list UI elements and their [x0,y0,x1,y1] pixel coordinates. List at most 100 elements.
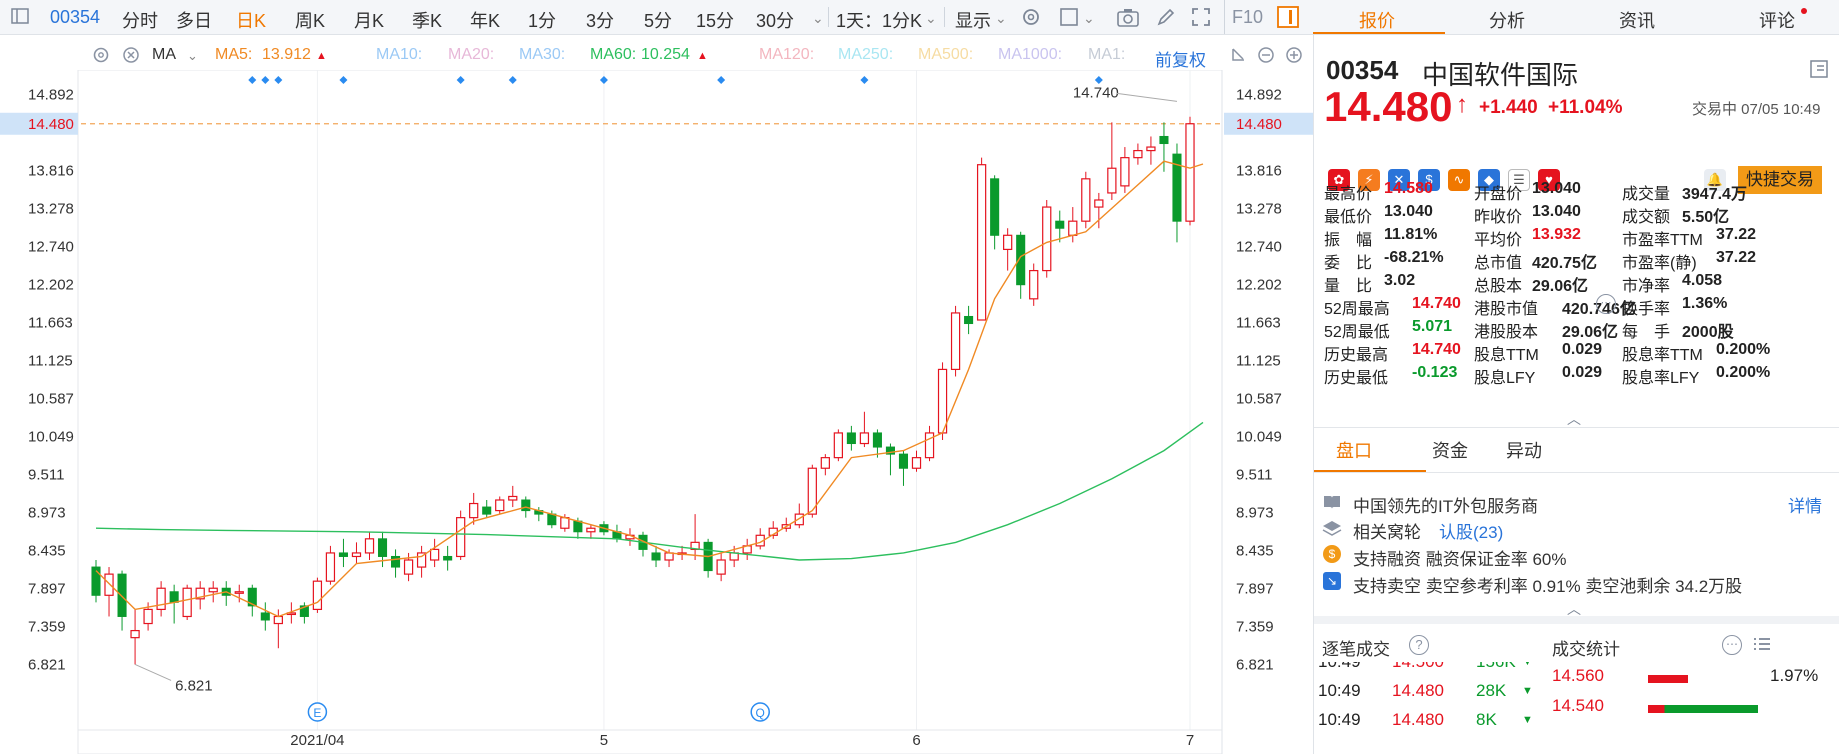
candle-down[interactable] [573,520,583,533]
candle-down[interactable] [1055,220,1065,229]
help-question-icon[interactable]: ? [1409,635,1429,655]
candle-up[interactable] [1029,269,1039,300]
candle-up[interactable] [1081,178,1091,222]
event-diamond-icon[interactable] [274,76,283,84]
candle-down[interactable] [338,552,348,557]
candle-up[interactable] [469,502,479,519]
period-tab-11[interactable]: 30分 [756,7,794,33]
more-options-icon[interactable]: ⋯ [1722,635,1742,655]
candle-up[interactable] [182,587,192,618]
undo-icon[interactable] [1228,45,1248,70]
candle-up[interactable] [130,629,140,639]
event-diamond-icon[interactable] [508,76,517,84]
pencil-icon[interactable] [1155,6,1177,33]
candle-down[interactable] [521,499,531,512]
candle-up[interactable] [1068,220,1078,236]
settings-gear-icon[interactable] [1020,6,1042,33]
event-diamond-icon[interactable] [717,76,726,84]
candle-down[interactable] [651,552,661,561]
candle-down[interactable] [990,178,1000,236]
period-tab-6[interactable]: 年K [470,7,500,33]
candle-up[interactable] [716,559,726,575]
zoom-out-icon[interactable] [1256,45,1276,70]
candle-up[interactable] [560,517,570,529]
candle-up[interactable] [950,312,961,371]
ma-close-icon[interactable] [121,45,141,70]
ma-indicator-select[interactable]: MA [152,46,176,64]
candle-up[interactable] [1185,123,1195,222]
candle-up[interactable] [351,552,362,558]
zoom-in-icon[interactable] [1284,45,1304,70]
candle-up[interactable] [273,615,283,625]
candle-up[interactable] [820,457,830,469]
period-tab-4[interactable]: 月K [354,7,384,33]
expand-panel-icon[interactable] [1809,59,1829,84]
candle-down[interactable] [964,315,974,325]
fullscreen-icon[interactable] [1190,6,1212,33]
period-tab-3[interactable]: 周K [295,7,325,33]
more-market-cap-icon[interactable]: ⋯ [1596,294,1616,314]
tab-analysis[interactable]: 分析 [1489,7,1525,33]
candle-down[interactable] [169,591,179,603]
candle-up[interactable] [586,527,596,533]
box-chevron-icon[interactable]: ⌄ [1083,10,1095,27]
candle-up[interactable] [508,495,518,501]
period-tab-9[interactable]: 5分 [644,7,672,33]
sidebar-toggle-icon[interactable] [10,6,30,31]
trend-icon[interactable]: ∿ [1448,169,1470,191]
candle-down[interactable] [482,506,492,515]
candle-down[interactable] [391,555,401,568]
candle-up[interactable] [1146,146,1156,152]
period-tab-8[interactable]: 3分 [586,7,614,33]
event-diamond-icon[interactable] [248,76,257,84]
tab-comments[interactable]: 评论 [1759,7,1795,33]
display-menu[interactable]: 显示 [955,7,991,33]
event-diamond-icon[interactable] [860,76,869,84]
period-tab-1[interactable]: 多日 [176,7,212,33]
candle-up[interactable] [794,513,804,526]
period-tab-5[interactable]: 季K [412,7,442,33]
quick-trade-button[interactable]: 快捷交易 [1738,166,1822,194]
subtab-capital[interactable]: 资金 [1432,437,1468,463]
candle-up[interactable] [234,591,244,594]
period-tab-7[interactable]: 1分 [528,7,556,33]
warrant-link[interactable]: 认股(23) [1439,518,1503,543]
camera-icon[interactable] [1116,6,1140,33]
candle-down[interactable] [1159,135,1169,145]
ma-settings-gear-icon[interactable] [91,45,111,70]
candle-up[interactable] [208,587,218,593]
candle-up[interactable] [1094,199,1104,208]
event-diamond-icon[interactable] [456,76,465,84]
candle-down[interactable] [443,555,453,561]
period-tab-2[interactable]: 日K [236,7,266,33]
candle-up[interactable] [1107,167,1117,194]
candle-up[interactable] [456,517,466,558]
ma-chevron-icon[interactable]: ⌄ [187,48,198,64]
adjust-mode-link[interactable]: 前复权 [1155,46,1206,71]
subtab-events[interactable]: 异动 [1506,437,1542,463]
candle-up[interactable] [1120,157,1130,187]
candle-up[interactable] [833,432,843,459]
candle-up[interactable] [937,368,948,434]
f10-button[interactable]: F10 [1232,7,1263,28]
candle-up[interactable] [364,538,375,554]
event-diamond-icon[interactable] [1094,76,1103,84]
candlestick-chart[interactable]: 2021/04 5 6 7 14.892 14.892 13.816 13.816 13.278… [0,70,1313,754]
candle-up[interactable] [976,164,987,321]
candle-up[interactable] [924,432,935,459]
panel-toggle-icon[interactable] [1276,5,1300,34]
candle-up[interactable] [156,587,166,611]
candle-up[interactable] [1133,149,1143,159]
event-diamond-icon[interactable] [339,76,348,84]
candle-up[interactable] [729,552,739,561]
period-dropdown-chevron-icon[interactable]: ⌄ [812,10,824,27]
detail-link[interactable]: 详情 [1788,492,1822,517]
event-diamond-icon[interactable] [261,76,270,84]
candle-up[interactable] [104,573,114,596]
subtab-orderbook[interactable]: 盘口 [1336,437,1372,463]
event-diamond-icon[interactable] [599,76,608,84]
candle-down[interactable] [872,432,882,448]
candle-down[interactable] [377,538,388,557]
candle-up[interactable] [429,548,440,561]
candle-up[interactable] [495,499,505,512]
